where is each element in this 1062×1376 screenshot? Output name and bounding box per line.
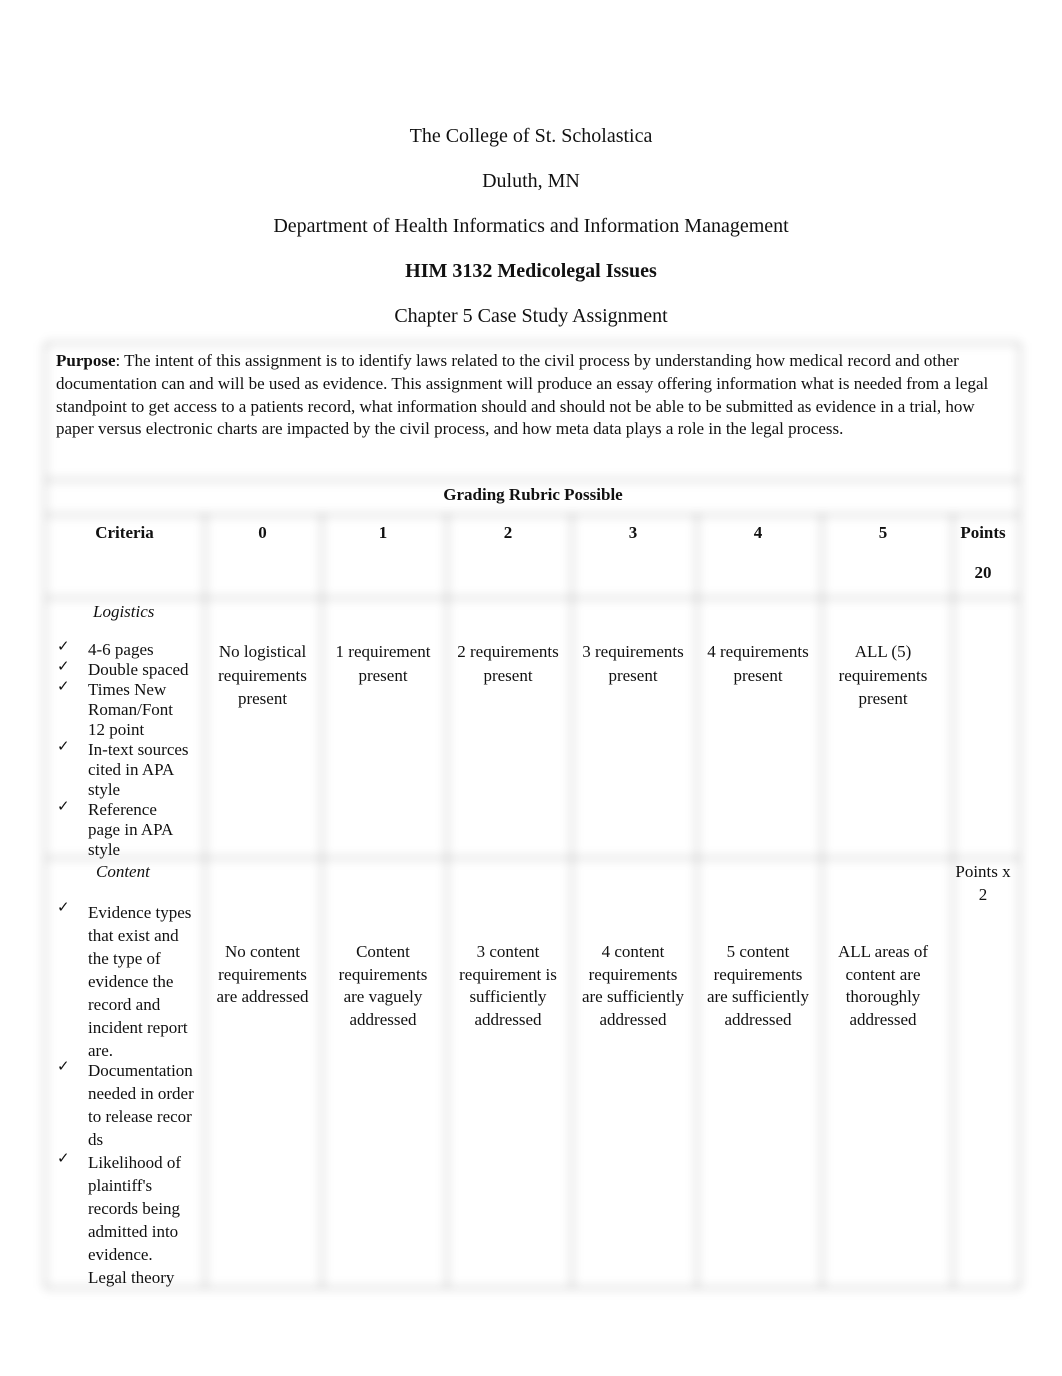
content-points-multiplier: Points x 2 <box>955 862 1011 904</box>
total-points: 20 <box>974 563 992 582</box>
content-item: Evidence types that exist and the type o… <box>88 903 192 1060</box>
section-content: Content <box>96 862 150 881</box>
institution-name: The College of St. Scholastica <box>409 125 653 147</box>
logistics-item: Double spaced <box>88 660 189 679</box>
col-header-0: 0 <box>258 523 267 542</box>
logistics-score-0: No logistical requirements present <box>218 642 307 708</box>
content-score-1: Content requirements are vaguely address… <box>338 942 428 1029</box>
check-icon: ✓ <box>57 1059 70 1075</box>
check-icon: ✓ <box>57 799 70 815</box>
purpose-text: : The intent of this assignment is to id… <box>56 351 989 439</box>
course-title: HIM 3132 Medicolegal Issues <box>405 260 657 282</box>
assignment-title: Chapter 5 Case Study Assignment <box>394 305 668 327</box>
rubric-title: Grading Rubric Possible <box>443 485 623 504</box>
logistics-item: 4-6 pages <box>88 640 154 659</box>
check-icon: ✓ <box>57 900 70 916</box>
col-header-points: Points <box>960 523 1006 542</box>
col-header-4: 4 <box>753 523 763 542</box>
col-header-3: 3 <box>628 523 638 542</box>
check-icon: ✓ <box>57 639 70 655</box>
logistics-score-3: 3 requirements present <box>582 642 684 685</box>
check-icon: ✓ <box>57 659 70 675</box>
department-name: Department of Health Informatics and Inf… <box>273 215 789 237</box>
logistics-score-2: 2 requirements present <box>457 642 559 685</box>
col-header-criteria: Criteria <box>95 523 154 542</box>
check-icon: ✓ <box>57 739 70 755</box>
institution-location: Duluth, MN <box>482 170 580 192</box>
content-score-4: 5 content requirements are sufficiently … <box>706 942 810 1029</box>
content-score-2: 3 content requirement is sufficiently ad… <box>459 942 557 1029</box>
section-logistics: Logistics <box>93 602 155 621</box>
purpose-label: Purpose <box>56 351 116 370</box>
purpose-paragraph: Purpose: The intent of this assignment i… <box>56 350 1006 441</box>
content-score-3: 4 content requirements are sufficiently … <box>581 942 685 1029</box>
check-icon: ✓ <box>57 679 70 695</box>
col-header-2: 2 <box>503 523 513 542</box>
logistics-score-1: 1 requirement present <box>335 642 431 685</box>
col-header-1: 1 <box>378 523 388 542</box>
col-header-5: 5 <box>878 523 888 542</box>
logistics-score-5: ALL (5) requirements present <box>838 642 928 708</box>
check-icon: ✓ <box>57 1151 70 1167</box>
logistics-item: In-text sources cited in APA style <box>88 740 189 799</box>
content-item: Likelihood of plaintiff's records being … <box>88 1153 182 1264</box>
content-item: Documentation needed in order to release… <box>88 1061 194 1149</box>
content-score-5: ALL areas of content are thoroughly addr… <box>838 942 928 1029</box>
content-score-0: No content requirements are addressed <box>216 942 309 1006</box>
logistics-item: Times New Roman/Font 12 point <box>88 680 174 739</box>
logistics-score-4: 4 requirements present <box>707 642 809 685</box>
logistics-item: Reference page in APA style <box>88 800 173 859</box>
content-item: Legal theory <box>88 1268 175 1287</box>
